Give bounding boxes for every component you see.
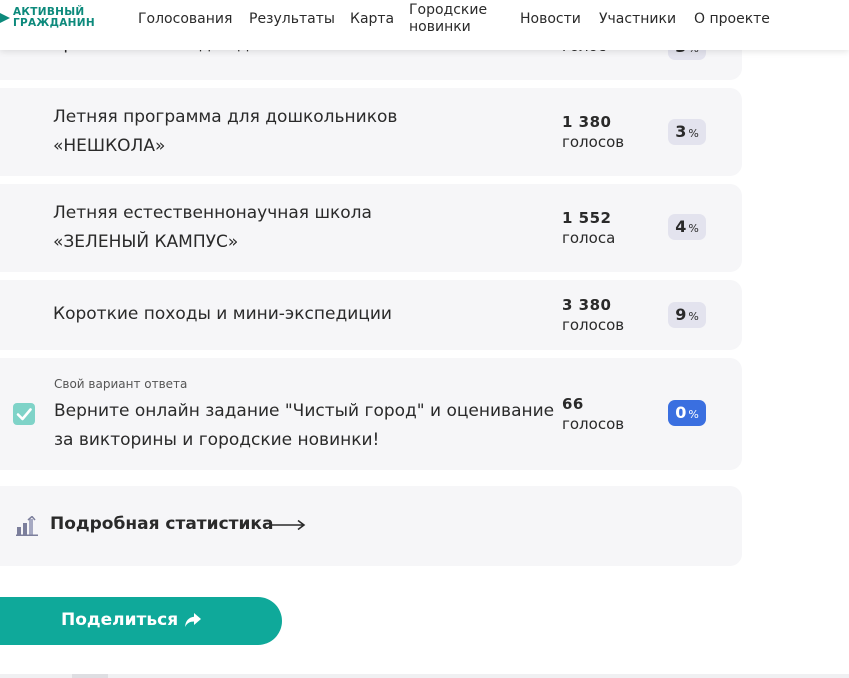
option-votes: 1 380 голосов: [562, 112, 624, 152]
percent-value: 9: [675, 305, 687, 324]
share-arrow-icon: [185, 613, 201, 627]
option-text: Летняя естественнонаучная школа «ЗЕЛЕНЫЙ…: [53, 199, 372, 257]
nav-news[interactable]: Новости: [520, 11, 581, 28]
option-votes: 66 голосов: [562, 394, 624, 434]
option-text-line2: «ЗЕЛЕНЫЙ КАМПУС»: [53, 232, 239, 252]
option-text: Короткие походы и мини-экспедиции: [53, 304, 392, 324]
bar-chart-icon: [16, 516, 38, 536]
custom-answer-text-line1: Верните онлайн задание "Чистый город" и …: [54, 401, 555, 421]
option-card: Летняя естественнонаучная школа «ЗЕЛЕНЫЙ…: [0, 184, 742, 272]
site-header: АКТИВНЫЙ ГРАЖДАНИН Голосования Результат…: [0, 0, 849, 50]
percent-sign: %: [688, 310, 699, 323]
custom-answer-label: Свой вариант ответа: [54, 377, 188, 391]
nav-votes[interactable]: Голосования: [138, 11, 232, 28]
nav-results[interactable]: Результаты: [249, 11, 335, 28]
votes-word: голосов: [562, 415, 625, 433]
option-text-line1: Летняя естественнонаучная школа: [53, 203, 372, 223]
custom-answer-text-line2: за викторины и городские новинки!: [54, 430, 380, 450]
nav-map[interactable]: Карта: [350, 11, 394, 28]
option-text-line2: «НЕШКОЛА»: [53, 136, 166, 156]
percent-value: 3: [675, 122, 687, 141]
percent-badge: 9%: [668, 302, 706, 328]
votes-word: голосов: [562, 316, 625, 334]
votes-word: голоса: [562, 229, 616, 247]
votes-word: голосов: [562, 133, 625, 151]
logo-text: АКТИВНЫЙ ГРАЖДАНИН: [13, 7, 123, 29]
votes-count: 3 380: [562, 296, 612, 314]
footer-divider: [0, 674, 849, 678]
percent-badge-selected: 0%: [668, 400, 706, 426]
percent-badge: 3%: [668, 119, 706, 145]
checkmark-icon: [16, 408, 32, 421]
detailed-stats-link[interactable]: Подробная статистика: [50, 514, 273, 534]
votes-count: 1 380: [562, 113, 612, 131]
option-card: Летняя программа для дошкольников «НЕШКО…: [0, 88, 742, 176]
nav-city-novelties-line1: Городские: [409, 2, 488, 18]
percent-sign: %: [688, 408, 699, 421]
nav-about[interactable]: О проекте: [694, 11, 770, 28]
percent-value: 0: [675, 403, 687, 422]
votes-count: 1 552: [562, 209, 612, 227]
option-card: Короткие походы и мини-экспедиции 3 380 …: [0, 280, 742, 350]
option-votes: 1 552 голоса: [562, 208, 615, 248]
option-text-line1: Летняя программа для дошкольников: [53, 107, 398, 127]
custom-answer-checkbox[interactable]: [13, 403, 35, 425]
logo-arrow-icon: [0, 13, 10, 23]
nav-city-novelties[interactable]: Городские новинки: [409, 2, 487, 36]
detailed-stats-card[interactable]: Подробная статистика: [0, 486, 742, 566]
share-button[interactable]: Поделиться: [0, 597, 282, 645]
percent-sign: %: [688, 222, 699, 235]
share-button-label: Поделиться: [61, 610, 179, 630]
logo-line2: ГРАЖДАНИН: [13, 17, 95, 29]
percent-value: 4: [675, 217, 687, 236]
nav-city-novelties-line2: новинки: [409, 19, 471, 35]
percent-badge: 4%: [668, 214, 706, 240]
nav-participants[interactable]: Участники: [599, 11, 676, 28]
custom-answer-text: Верните онлайн задание "Чистый город" и …: [54, 397, 554, 455]
option-text: Летняя программа для дошкольников «НЕШКО…: [53, 103, 397, 161]
footer-tab: [72, 674, 108, 678]
option-votes: 3 380 голосов: [562, 295, 624, 335]
votes-count: 66: [562, 395, 584, 413]
percent-sign: %: [688, 127, 699, 140]
arrow-right-icon: [270, 519, 306, 531]
custom-answer-card: Свой вариант ответа Верните онлайн задан…: [0, 358, 742, 470]
